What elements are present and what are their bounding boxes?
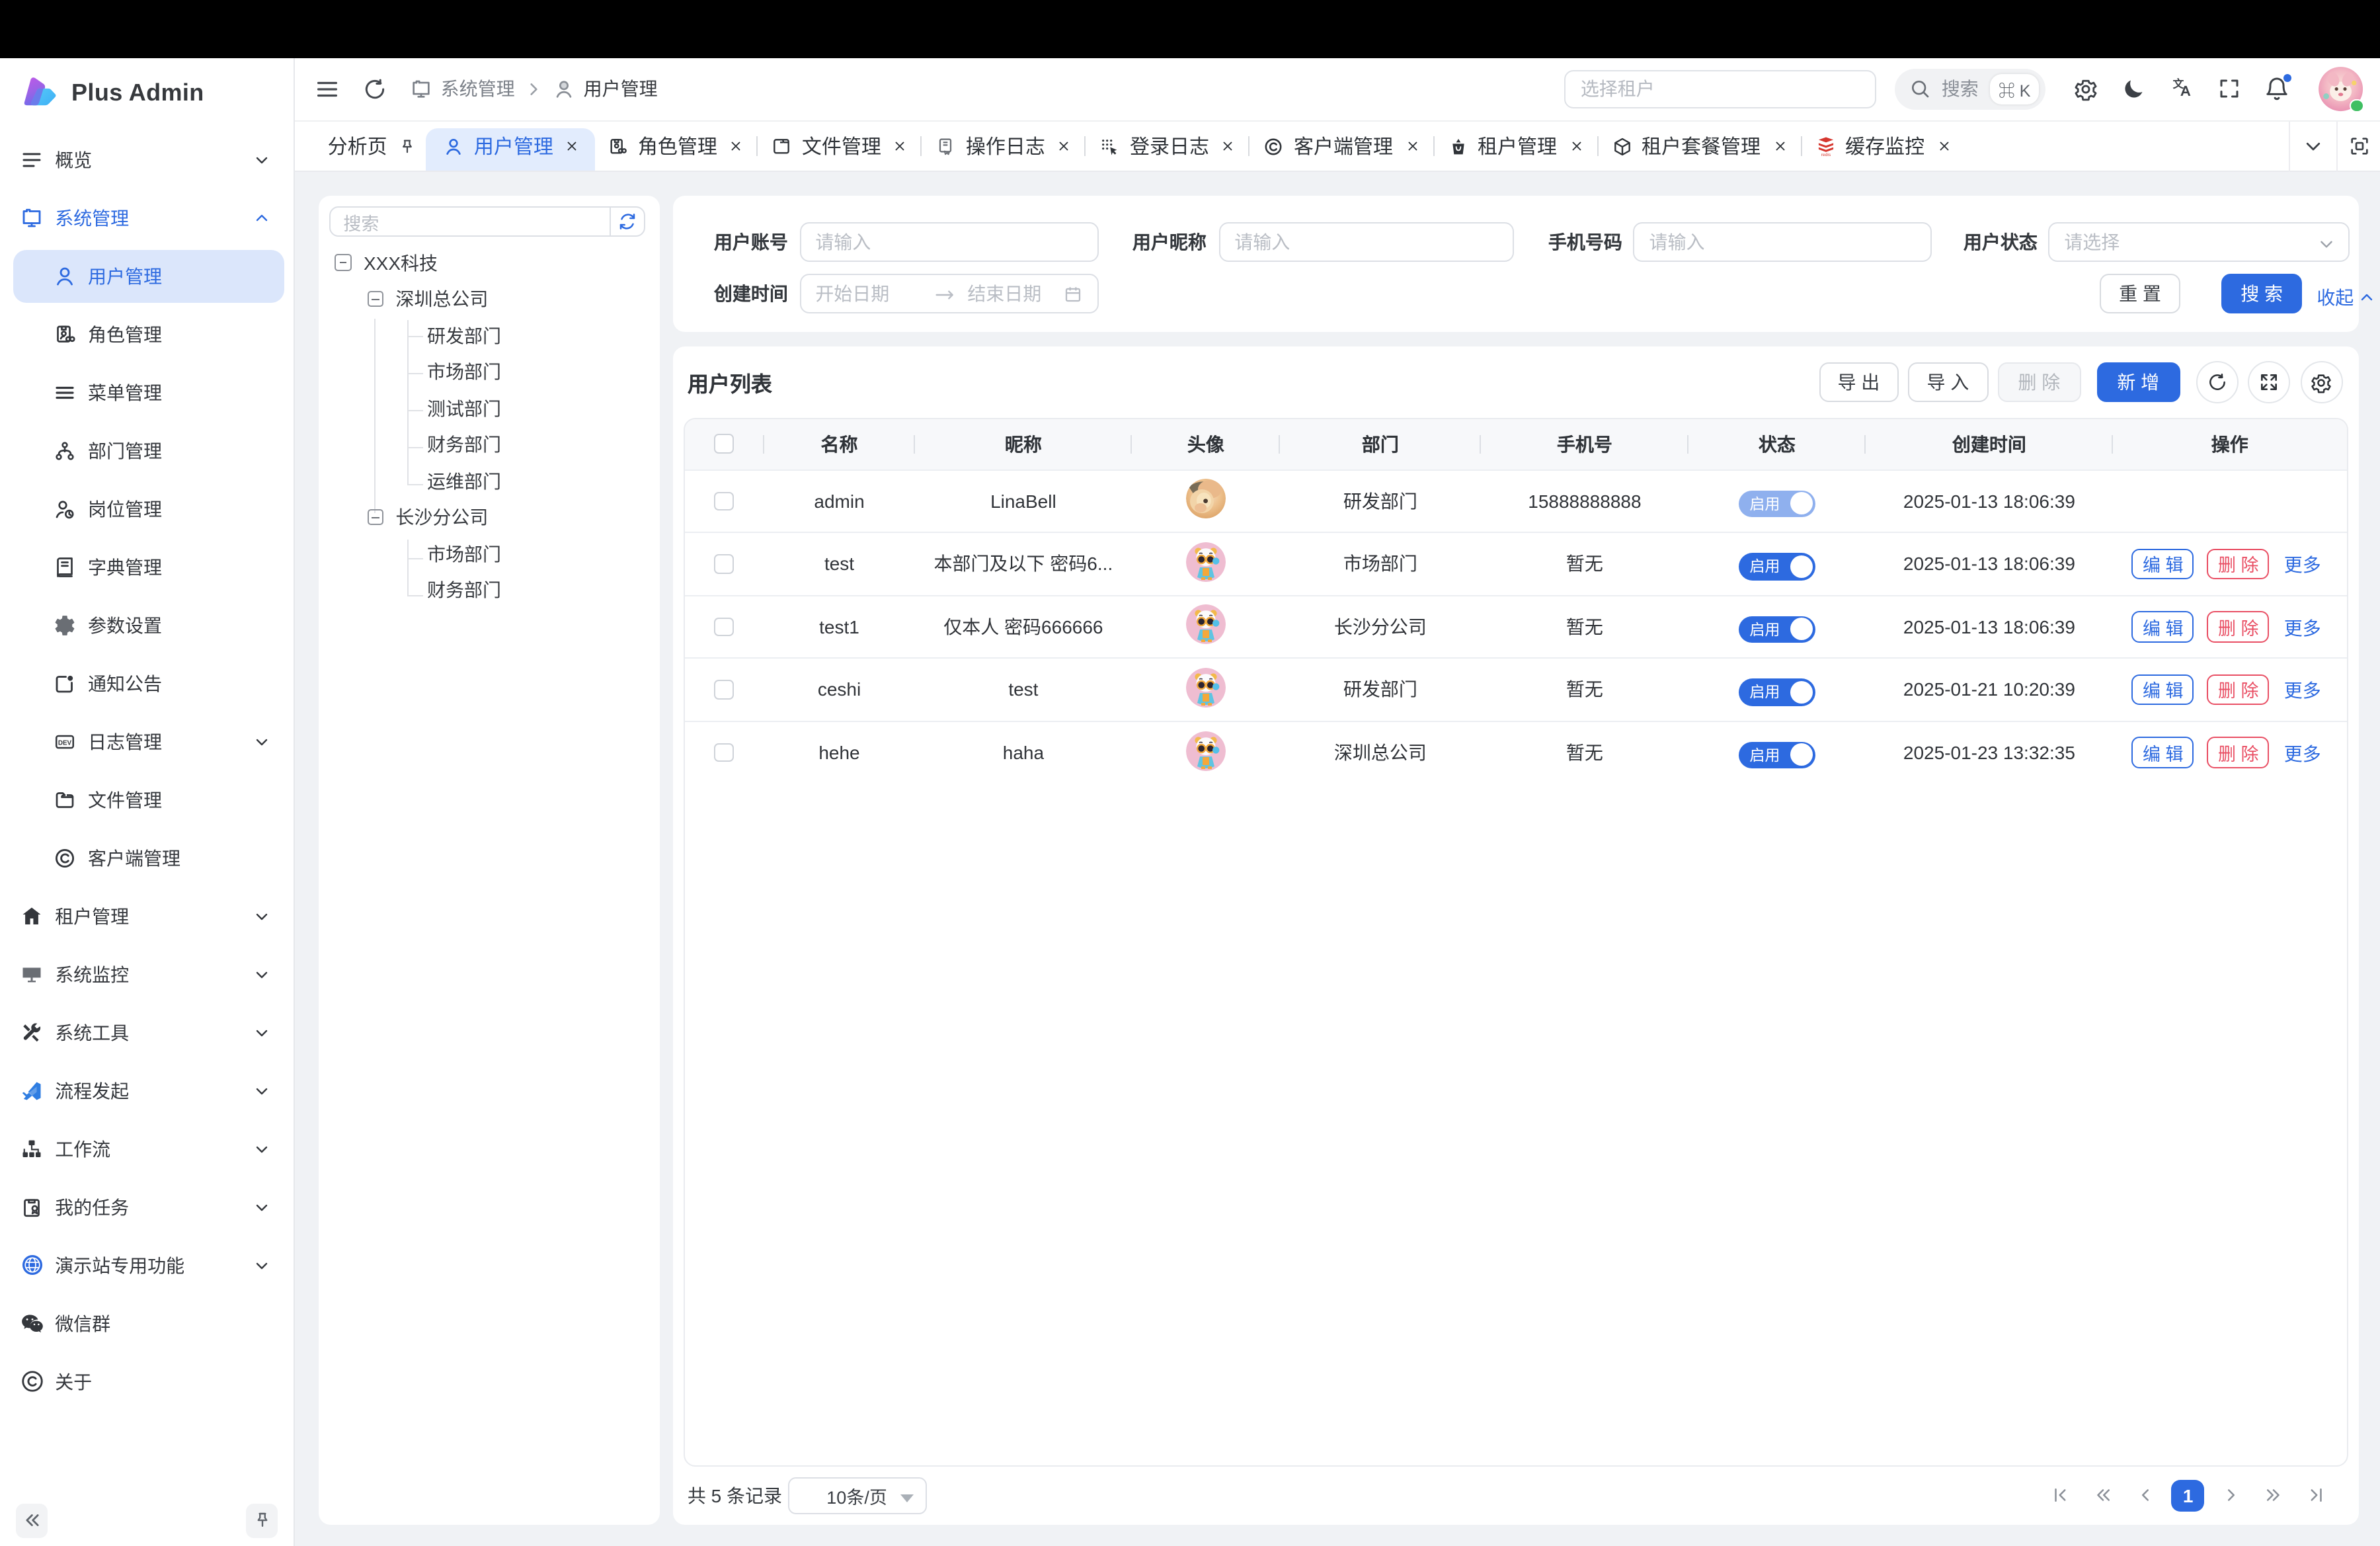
svg-text:DEV: DEV — [58, 739, 72, 747]
svg-text:redis: redis — [1821, 153, 1831, 157]
svg-text:文: 文 — [2172, 77, 2184, 91]
